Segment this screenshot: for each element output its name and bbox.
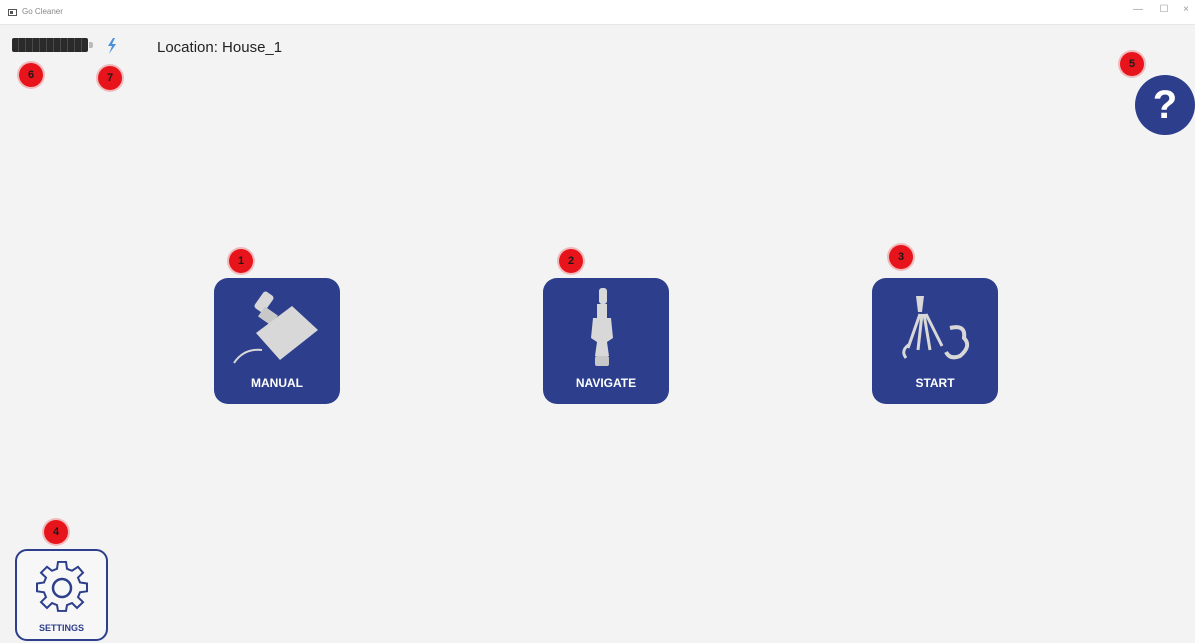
manual-button[interactable]: MANUAL [214, 278, 340, 404]
navigate-label: NAVIGATE [575, 376, 637, 390]
callout-marker: 2 [559, 249, 583, 273]
settings-button[interactable]: SETTINGS [15, 549, 108, 641]
window-titlebar: Go Cleaner — ☐ × [0, 0, 1195, 25]
location-label: Location: House_1 [157, 39, 283, 56]
help-icon: ? [1152, 82, 1178, 127]
settings-label: SETTINGS [38, 623, 84, 633]
start-button[interactable]: START [872, 278, 998, 404]
callout-marker: 5 [1120, 52, 1144, 76]
navigate-button[interactable]: NAVIGATE [543, 278, 669, 404]
start-label: START [915, 376, 955, 390]
callout-marker: 3 [889, 245, 913, 269]
minimize-button[interactable]: — [1128, 4, 1148, 15]
manual-label: MANUAL [251, 376, 303, 390]
close-button[interactable]: × [1176, 4, 1195, 15]
callout-marker: 6 [19, 63, 43, 87]
help-button[interactable]: ? [1135, 75, 1195, 135]
battery-tip [89, 42, 93, 48]
maximize-button[interactable]: ☐ [1154, 4, 1174, 15]
battery-icon [12, 38, 88, 52]
gear-icon [36, 561, 88, 612]
window-title: Go Cleaner [22, 7, 63, 16]
callout-marker: 7 [98, 66, 122, 90]
app-icon [8, 9, 17, 16]
wifi-icon [104, 37, 120, 55]
callout-marker: 1 [229, 249, 253, 273]
callout-marker: 4 [44, 520, 68, 544]
